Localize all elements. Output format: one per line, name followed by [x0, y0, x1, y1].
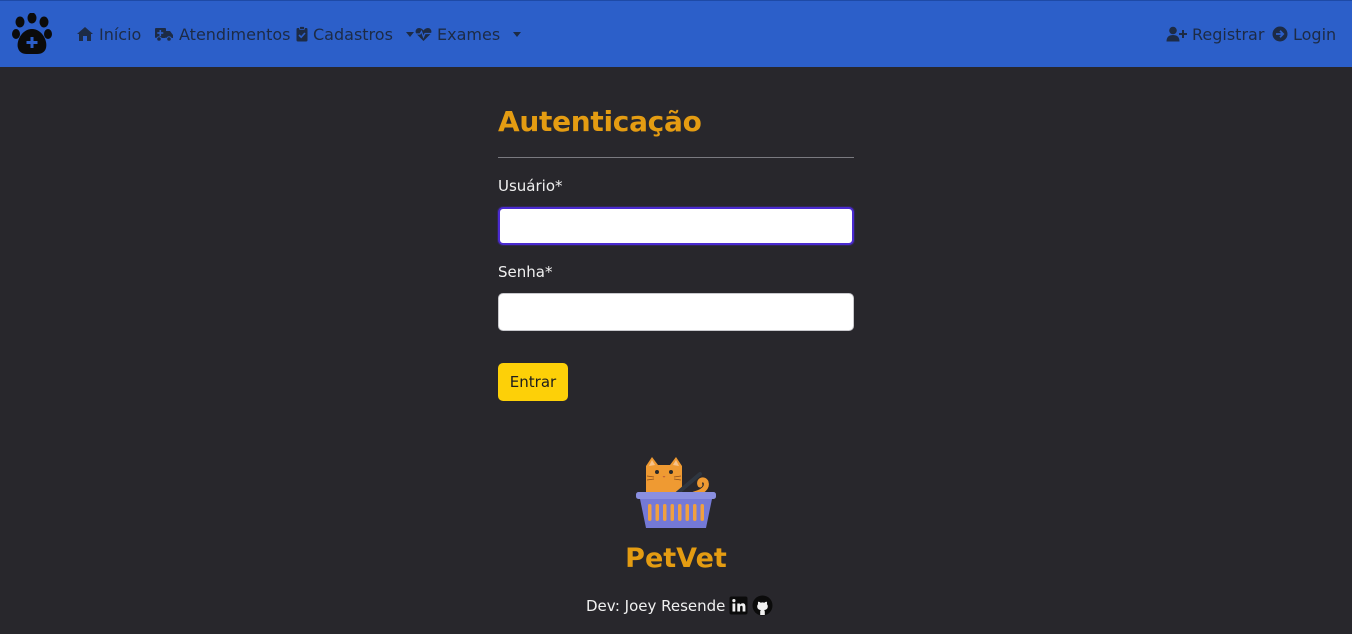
- paw-logo-icon[interactable]: [12, 13, 52, 57]
- arrow-circle-right-icon: [1272, 26, 1288, 42]
- ambulance-icon: [155, 28, 173, 42]
- title-divider: [498, 157, 854, 158]
- nav-item-label: Login: [1293, 24, 1337, 44]
- nav-item-label: Exames: [437, 24, 501, 44]
- developer-text: Dev: Joey Resende: [586, 596, 726, 615]
- nav-item-label: Início: [99, 24, 142, 44]
- footer-brand: PetVet: [625, 543, 727, 574]
- nav-item-cadastros[interactable]: Cadastros: [296, 23, 414, 45]
- cat-basket-logo: [636, 457, 716, 528]
- github-icon[interactable]: [752, 595, 773, 616]
- user-plus-icon: [1166, 26, 1187, 42]
- nav-item-label: Cadastros: [313, 24, 393, 44]
- linkedin-icon[interactable]: [729, 596, 748, 615]
- login-submit-button[interactable]: Entrar: [498, 363, 568, 401]
- username-input[interactable]: [498, 207, 854, 245]
- home-icon: [77, 27, 93, 41]
- top-navbar: Início Atendimentos Cadastros Exames Reg…: [0, 0, 1352, 67]
- nav-item-label: Atendimentos: [179, 24, 291, 44]
- nav-item-label: Registrar: [1192, 24, 1265, 44]
- password-input[interactable]: [498, 293, 854, 331]
- nav-item-login[interactable]: Login: [1272, 23, 1336, 45]
- developer-credit: Dev: Joey Resende: [586, 595, 773, 616]
- nav-item-atendimentos[interactable]: Atendimentos: [154, 23, 291, 45]
- password-label: Senha*: [498, 263, 553, 281]
- chevron-down-icon: [405, 31, 414, 37]
- nav-item-registrar[interactable]: Registrar: [1166, 23, 1264, 45]
- username-label: Usuário*: [498, 177, 563, 195]
- heart-pulse-icon: [415, 27, 432, 41]
- nav-item-exames[interactable]: Exames: [415, 23, 522, 45]
- nav-item-inicio[interactable]: Início: [76, 23, 141, 45]
- clipboard-check-icon: [296, 26, 308, 42]
- page-title: Autenticação: [498, 105, 702, 138]
- chevron-down-icon: [513, 31, 522, 37]
